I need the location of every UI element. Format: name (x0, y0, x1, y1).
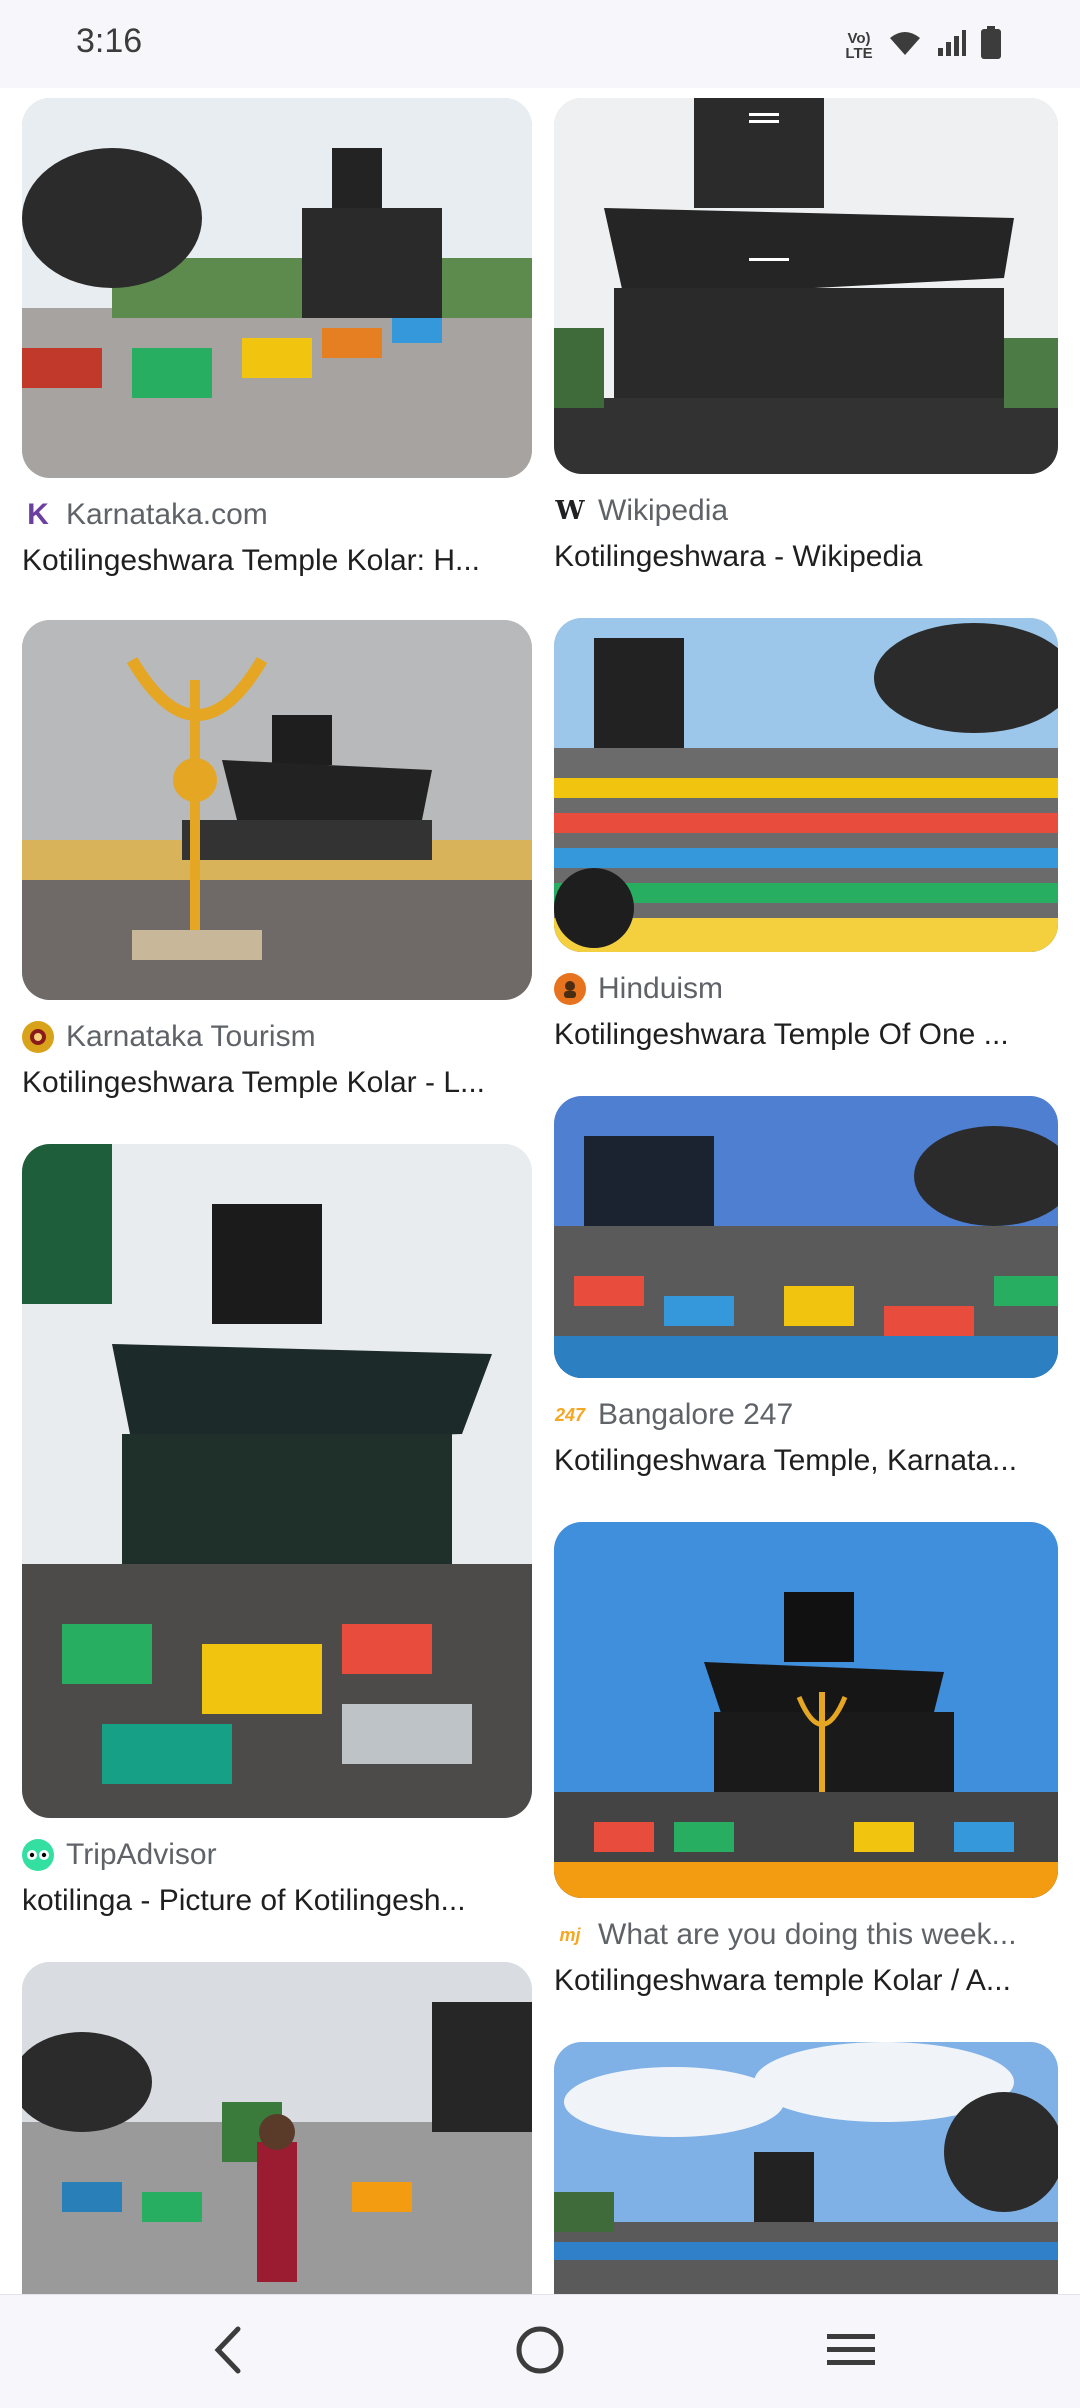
result-thumbnail[interactable] (554, 618, 1058, 952)
source-name: TripAdvisor (66, 1838, 217, 1871)
result-thumbnail[interactable] (22, 1962, 532, 2294)
image-results-grid[interactable]: K Karnataka.com Kotilingeshwara Temple K… (0, 88, 1080, 2294)
result-thumbnail[interactable] (22, 1144, 532, 1818)
result-title[interactable]: Kotilingeshwara - Wikipedia (554, 540, 1058, 574)
result-thumbnail[interactable] (554, 2042, 1058, 2294)
source-name: What are you doing this week... (598, 1918, 1017, 1951)
result-source[interactable]: K Karnataka.com (22, 498, 532, 532)
source-name: Karnataka Tourism (66, 1020, 316, 1053)
mj-favicon-icon: mj (559, 1924, 581, 1945)
result-title[interactable]: kotilinga - Picture of Kotilingesh... (22, 1884, 532, 1918)
image-result-card[interactable] (22, 1962, 532, 2294)
image-result-card[interactable]: Hinduism Kotilingeshwara Temple Of One .… (554, 618, 1058, 1052)
recents-icon (823, 2328, 879, 2377)
image-result-card[interactable] (554, 2042, 1058, 2294)
result-title[interactable]: Kotilingeshwara Temple Kolar: H... (22, 544, 532, 578)
result-source[interactable]: Karnataka Tourism (22, 1020, 532, 1054)
source-name: Hinduism (598, 972, 724, 1005)
source-name: Wikipedia (598, 494, 729, 527)
navigation-bar (0, 2294, 1080, 2408)
image-result-card[interactable]: K Karnataka.com Kotilingeshwara Temple K… (22, 98, 532, 578)
image-result-card[interactable]: mj What are you doing this week... Kotil… (554, 1522, 1058, 1998)
battery-icon (980, 26, 1002, 65)
result-thumbnail[interactable] (554, 1522, 1058, 1898)
home-icon (514, 2324, 566, 2381)
wikipedia-favicon-icon: W (555, 496, 585, 526)
result-title[interactable]: Kotilingeshwara Temple Kolar - L... (22, 1066, 532, 1100)
result-thumbnail[interactable] (554, 1096, 1058, 1378)
result-source[interactable]: mj What are you doing this week... (554, 1918, 1058, 1952)
wifi-icon (888, 29, 922, 62)
image-result-card[interactable]: Karnataka Tourism Kotilingeshwara Temple… (22, 620, 532, 1100)
status-time: 3:16 (76, 22, 143, 60)
volte-icon: Vo) LTE (845, 29, 873, 62)
source-name: Bangalore 247 (598, 1398, 794, 1431)
image-result-card[interactable]: W Wikipedia Kotilingeshwara - Wikipedia (554, 98, 1058, 574)
result-source[interactable]: W Wikipedia (554, 494, 1058, 528)
result-title[interactable]: Kotilingeshwara temple Kolar / A... (554, 1964, 1058, 1998)
back-icon (208, 2325, 248, 2380)
image-result-card[interactable]: 247 Bangalore 247 Kotilingeshwara Temple… (554, 1096, 1058, 1478)
back-button[interactable] (183, 2315, 273, 2389)
signal-icon (936, 28, 966, 63)
result-thumbnail[interactable] (22, 98, 532, 478)
result-thumbnail[interactable] (22, 620, 532, 1000)
home-button[interactable] (495, 2315, 585, 2389)
result-title[interactable]: Kotilingeshwara Temple, Karnata... (554, 1444, 1058, 1478)
hinduism-favicon-icon (554, 973, 586, 1005)
recents-button[interactable] (806, 2315, 896, 2389)
status-icons: Vo) LTE (844, 26, 1002, 65)
source-name: Karnataka.com (66, 498, 268, 531)
tripadvisor-owl-icon (22, 1839, 54, 1871)
result-source[interactable]: TripAdvisor (22, 1838, 532, 1872)
result-source[interactable]: 247 Bangalore 247 (554, 1398, 1058, 1432)
bangalore-247-favicon-icon: 247 (554, 1404, 586, 1425)
status-bar: 3:16 Vo) LTE (0, 0, 1080, 88)
karnataka-com-favicon-icon: K (27, 498, 49, 531)
image-result-card[interactable]: TripAdvisor kotilinga - Picture of Kotil… (22, 1144, 532, 1918)
result-thumbnail[interactable] (554, 98, 1058, 474)
result-source[interactable]: Hinduism (554, 972, 1058, 1006)
result-title[interactable]: Kotilingeshwara Temple Of One ... (554, 1018, 1058, 1052)
karnataka-tourism-emblem-icon (22, 1021, 54, 1053)
